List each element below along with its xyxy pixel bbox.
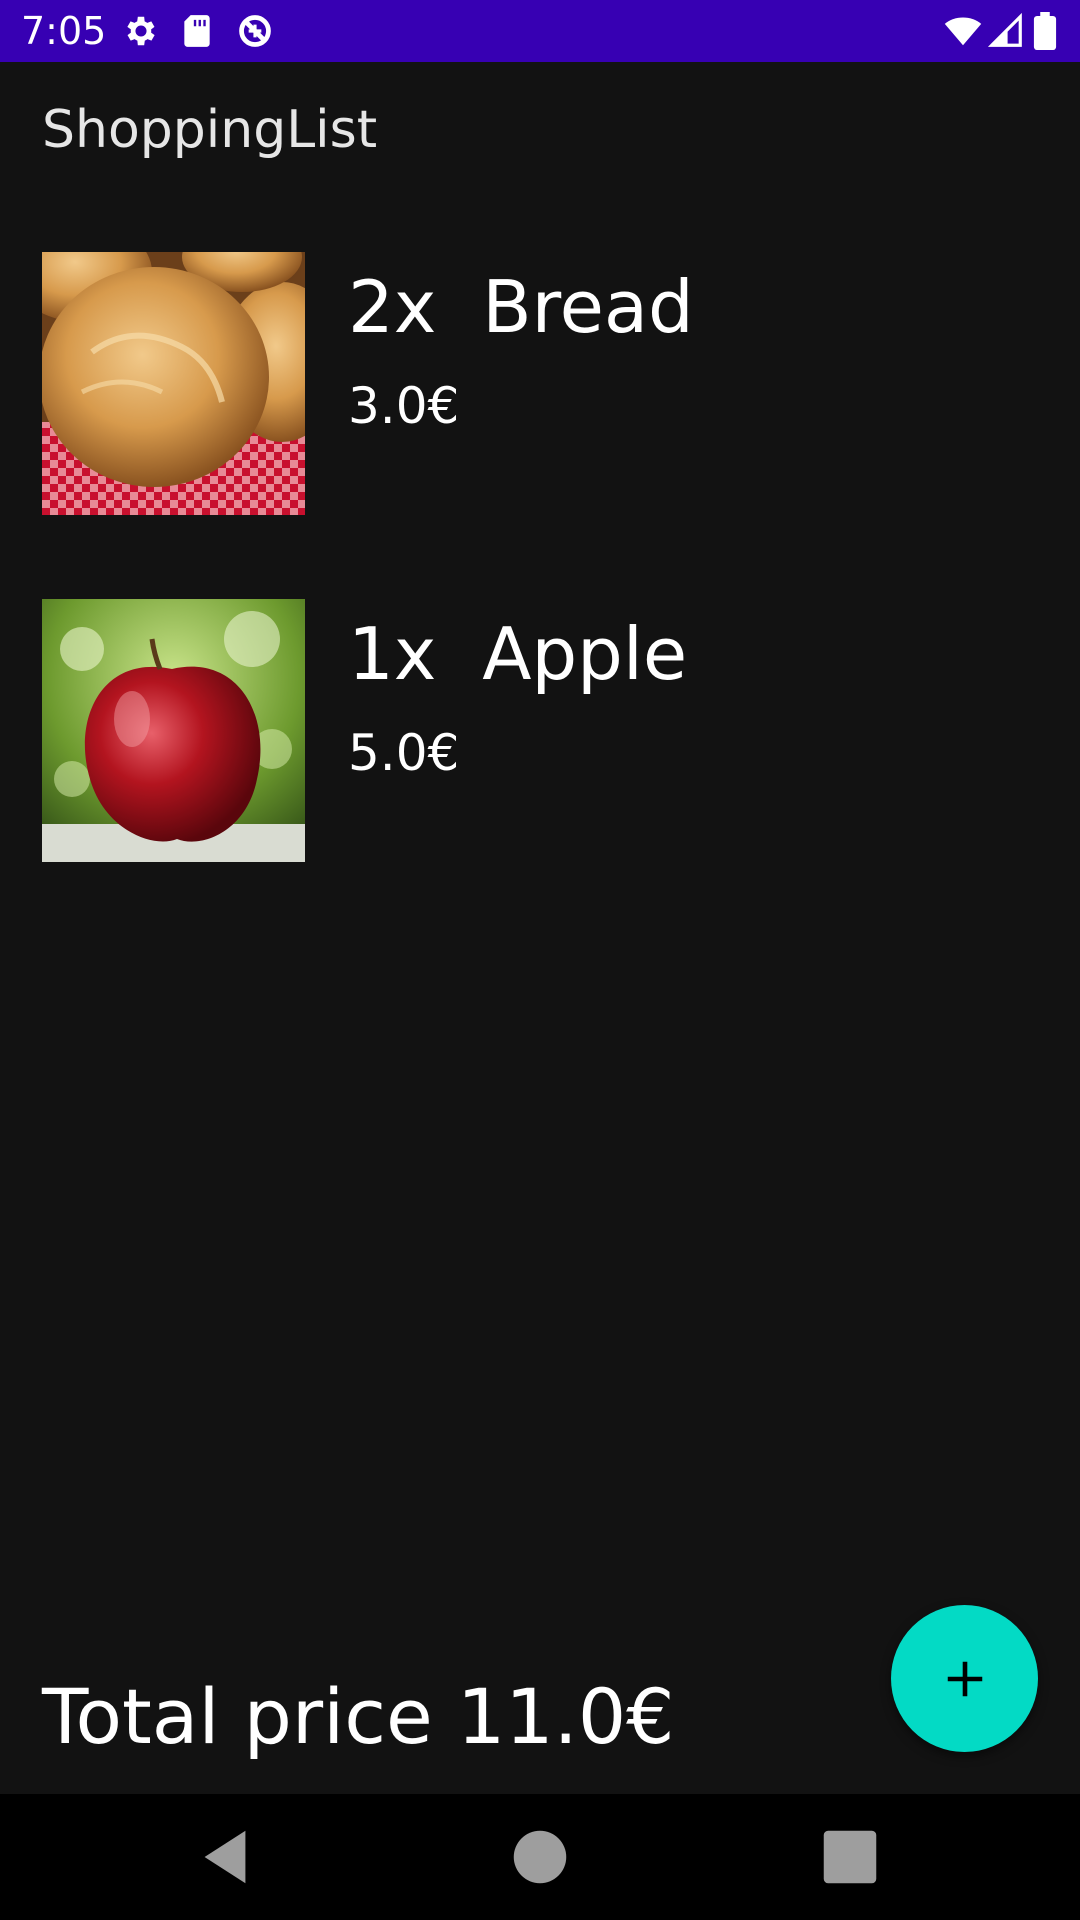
battery-icon	[1032, 12, 1058, 50]
app-title: ShoppingList	[42, 100, 378, 160]
sd-card-icon	[178, 12, 216, 50]
apple-image	[42, 599, 305, 862]
add-item-button[interactable]	[891, 1605, 1038, 1752]
wifi-icon	[944, 12, 982, 50]
item-name: 1x Apple	[348, 612, 688, 696]
item-price: 3.0€	[348, 377, 460, 435]
total-price: Total price 11.0€	[42, 1672, 675, 1761]
plus-icon	[947, 1661, 982, 1696]
status-bar: 7:05	[0, 0, 1080, 62]
navigation-bar	[0, 1794, 1080, 1920]
data-saver-icon	[236, 12, 274, 50]
item-name: 2x Bread	[348, 265, 694, 349]
bread-image	[42, 252, 305, 515]
signal-icon	[987, 12, 1025, 50]
status-time: 7:05	[21, 9, 107, 53]
item-price: 5.0€	[348, 724, 460, 782]
gear-icon	[122, 12, 160, 50]
recents-icon[interactable]	[815, 1822, 885, 1892]
list-item[interactable]: 2x Bread 3.0€	[42, 252, 1042, 515]
home-icon[interactable]	[505, 1822, 575, 1892]
list-item[interactable]: 1x Apple 5.0€	[42, 599, 1042, 862]
back-icon[interactable]	[190, 1822, 260, 1892]
